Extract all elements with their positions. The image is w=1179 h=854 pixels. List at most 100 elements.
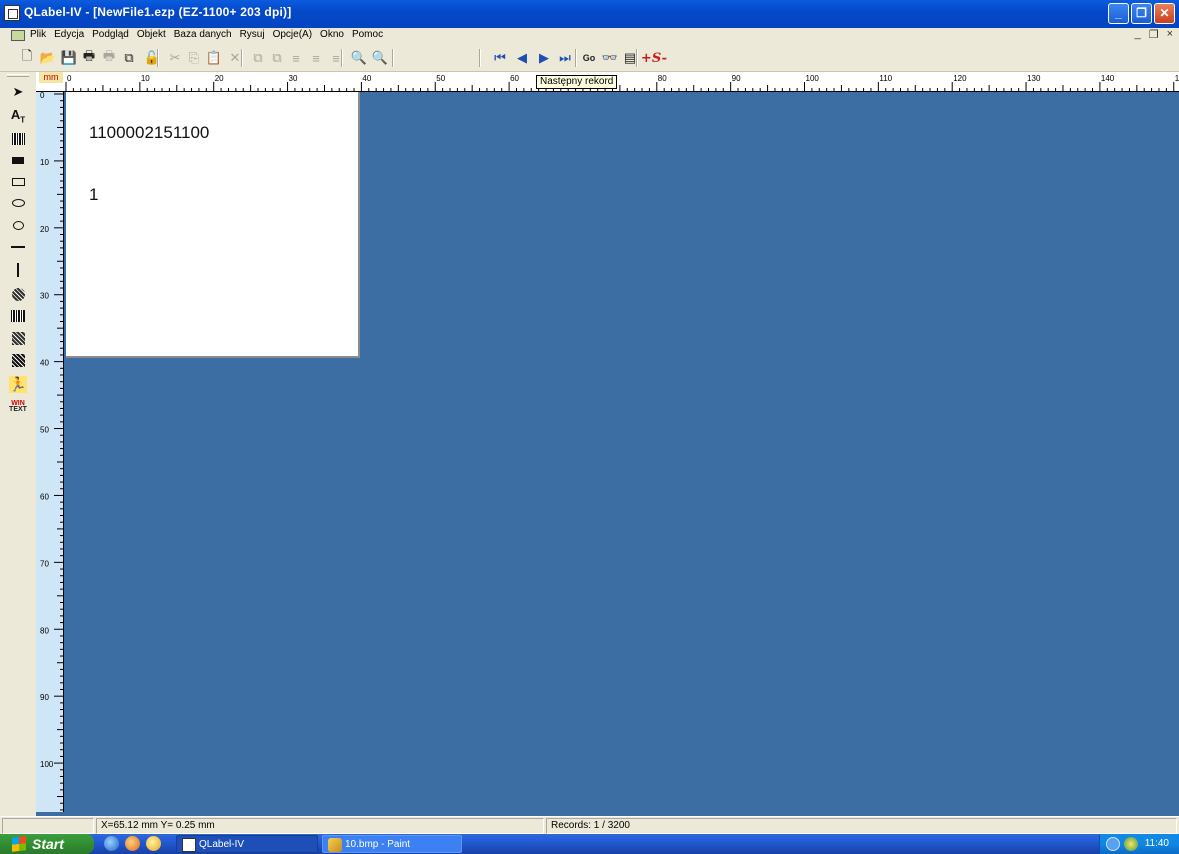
- qrcode-tool[interactable]: [6, 350, 30, 370]
- ungroup-button[interactable]: ⧉: [268, 49, 286, 67]
- align-center-icon: ≡: [312, 50, 320, 66]
- design-canvas[interactable]: 1100002151100 1: [64, 92, 1179, 816]
- image-tool[interactable]: 🏃: [6, 374, 30, 394]
- start-button[interactable]: Start: [0, 834, 94, 854]
- menu-objekt[interactable]: Objekt: [137, 29, 166, 40]
- zoom-out-button[interactable]: 🔍: [350, 49, 368, 67]
- align-right-button[interactable]: ≡: [327, 49, 345, 67]
- mdi-minimize-button[interactable]: _: [1135, 28, 1141, 41]
- filled-rectangle-tool[interactable]: [6, 150, 30, 170]
- first-record-button[interactable]: ⏮: [491, 49, 509, 67]
- label-text-serial[interactable]: 1100002151100: [89, 123, 209, 143]
- glasses-icon: 👓: [601, 50, 619, 65]
- menu-rysuj[interactable]: Rysuj: [240, 29, 265, 40]
- view-button[interactable]: 👓: [601, 49, 619, 67]
- task-paint[interactable]: 10.bmp - Paint: [322, 835, 462, 853]
- text-tool[interactable]: AT: [6, 106, 30, 126]
- menu-opcje-a-[interactable]: Opcje(A): [273, 29, 312, 40]
- align-left-button[interactable]: ≡: [287, 49, 305, 67]
- network-icon[interactable]: [1124, 837, 1138, 851]
- vertical-line-icon: [17, 263, 19, 277]
- select-tool[interactable]: ➤: [6, 82, 30, 102]
- restore-button[interactable]: ❐: [1131, 3, 1152, 24]
- paint-app-icon: [328, 838, 342, 852]
- paste-button[interactable]: 📋: [205, 49, 223, 67]
- task-qlabel-label: QLabel-IV: [199, 839, 245, 850]
- menu-okno[interactable]: Okno: [320, 29, 344, 40]
- document-icon[interactable]: [11, 30, 25, 41]
- start-label: Start: [32, 836, 64, 852]
- ruler-label: 150: [1175, 74, 1179, 83]
- ungroup-icon: ⧉: [272, 50, 282, 65]
- win-text-tool[interactable]: WIN TEXT: [6, 397, 30, 417]
- tooltip: Następny rekord: [536, 75, 618, 89]
- tray-expand-icon[interactable]: [1106, 837, 1120, 851]
- rectangle-icon: [11, 178, 25, 186]
- cut-button[interactable]: ✂: [166, 49, 184, 67]
- go-icon: Go: [582, 53, 596, 63]
- menu-plik[interactable]: Plik: [30, 29, 46, 40]
- menu-pomoc[interactable]: Pomoc: [352, 29, 383, 40]
- go-to-record-button[interactable]: Go: [580, 49, 598, 67]
- floppy-icon: 💾: [60, 50, 78, 65]
- save-button[interactable]: 💾: [60, 49, 78, 67]
- serial-button[interactable]: +S-: [641, 49, 667, 67]
- previous-record-button[interactable]: ◀: [513, 49, 531, 67]
- group-button[interactable]: ⧉: [249, 49, 267, 67]
- last-record-button[interactable]: ⏭: [556, 49, 574, 67]
- task-qlabel[interactable]: QLabel-IV: [176, 835, 318, 853]
- label-page[interactable]: 1100002151100 1: [66, 92, 360, 358]
- delete-button[interactable]: ✕: [226, 49, 244, 67]
- qlabel-app-icon[interactable]: [4, 5, 20, 21]
- ellipse-icon: [11, 199, 25, 207]
- palette-grip[interactable]: [7, 74, 29, 77]
- next-record-button[interactable]: ▶: [535, 49, 553, 67]
- firefox-icon[interactable]: [125, 836, 140, 851]
- clock: 11:40: [1144, 838, 1169, 849]
- zoom-out-icon: 🔍: [350, 50, 368, 65]
- pdf417-tool[interactable]: [6, 306, 30, 326]
- zoom-in-button[interactable]: 🔍: [371, 49, 389, 67]
- internet-explorer-icon[interactable]: [104, 836, 119, 851]
- maxicode-tool[interactable]: [6, 284, 30, 304]
- copy-format-button[interactable]: ⧉: [120, 49, 138, 67]
- datamatrix-tool[interactable]: [6, 328, 30, 348]
- menu-bar: Plik Edycja Podgląd Objekt Baza danych Rysuj O…: [0, 28, 1179, 44]
- print-button[interactable]: 🖶: [80, 48, 98, 67]
- label-text-counter[interactable]: 1: [89, 185, 98, 205]
- print-preview-button[interactable]: 🖶: [100, 48, 118, 67]
- media-player-icon[interactable]: [146, 836, 161, 851]
- printer-preview-icon: 🖶: [102, 48, 116, 63]
- rectangle-tool[interactable]: [6, 172, 30, 192]
- align-center-button[interactable]: ≡: [307, 49, 325, 67]
- circle-tool[interactable]: [6, 215, 30, 235]
- database-button[interactable]: ▤: [621, 49, 639, 67]
- circle-icon: [12, 220, 24, 230]
- mdi-close-button[interactable]: ×: [1167, 28, 1173, 41]
- ruler-unit[interactable]: mm: [39, 72, 63, 83]
- unlock-button[interactable]: 🔓: [143, 49, 161, 67]
- open-file-button[interactable]: 📂: [39, 49, 57, 67]
- minimize-button[interactable]: _: [1108, 3, 1129, 24]
- copy-button[interactable]: ⎘: [185, 49, 203, 67]
- new-file-button[interactable]: 🗋: [18, 48, 36, 67]
- title-bar[interactable]: QLabel-IV - [NewFile1.ezp (EZ-1100+ 203 …: [0, 0, 1179, 28]
- task-paint-label: 10.bmp - Paint: [345, 839, 411, 850]
- vertical-ruler-ticks: 0 10 20 30 40 50 60 70 80 90 100: [40, 92, 63, 811]
- vertical-line-tool[interactable]: [6, 260, 30, 280]
- mdi-restore-button[interactable]: ❐: [1149, 28, 1159, 41]
- close-button[interactable]: ✕: [1154, 3, 1175, 24]
- ruler-label: 80: [658, 74, 667, 83]
- scissors-icon: ✂: [169, 50, 181, 65]
- ellipse-tool[interactable]: [6, 193, 30, 213]
- menu-baza-danych[interactable]: Baza danych: [174, 29, 232, 40]
- ruler-label: 20: [215, 74, 224, 83]
- ruler-label: 80: [40, 626, 49, 635]
- copy-icon: ⎘: [188, 50, 200, 65]
- barcode-tool[interactable]: [6, 129, 30, 149]
- horizontal-line-tool[interactable]: [6, 237, 30, 257]
- ruler-label: 110: [879, 74, 892, 83]
- taskbar: Start QLabel-IV 10.bmp - Paint 11:40: [0, 834, 1179, 854]
- menu-podgląd[interactable]: Podgląd: [92, 29, 129, 40]
- menu-edycja[interactable]: Edycja: [54, 29, 84, 40]
